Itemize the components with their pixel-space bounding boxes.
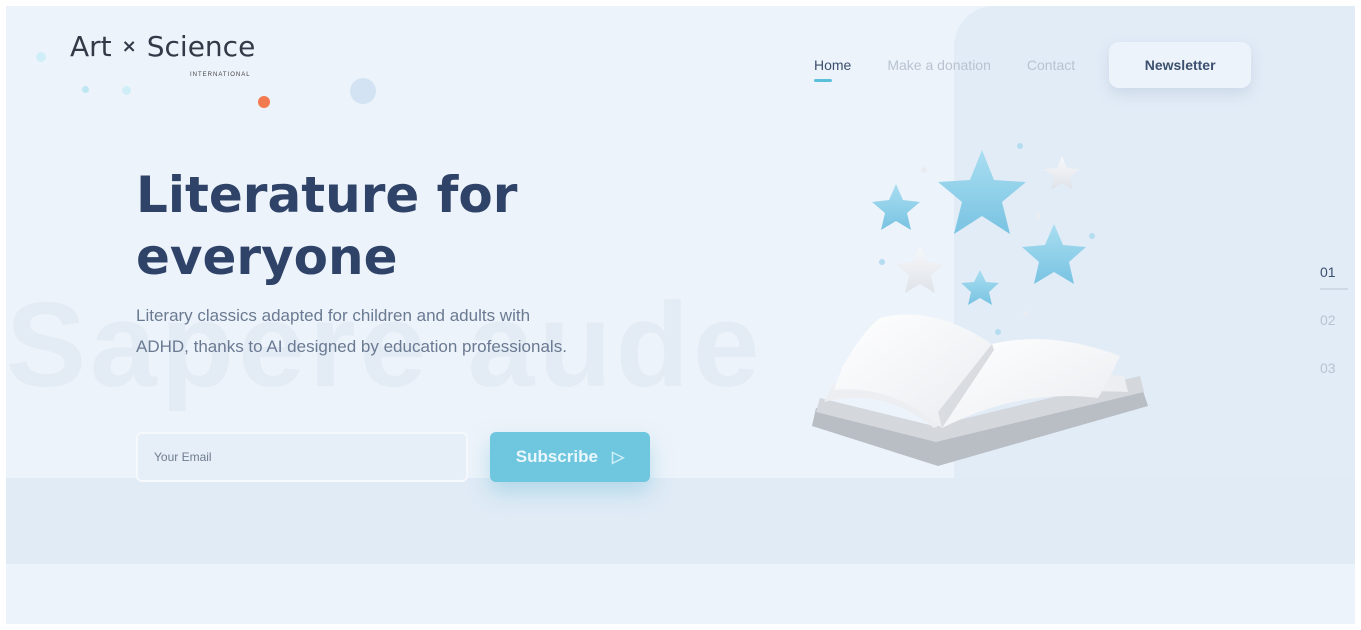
- nav-make-donation[interactable]: Make a donation: [887, 53, 991, 77]
- star-blue-large: [938, 150, 1026, 234]
- footer-strip: [6, 564, 1355, 624]
- star-white-left: [895, 246, 945, 293]
- nav-active-indicator: [814, 79, 832, 82]
- sparkle-dot: [1035, 213, 1041, 219]
- nav-contact[interactable]: Contact: [1027, 53, 1075, 77]
- nav-home-label: Home: [814, 57, 852, 73]
- hero-title: Literature for everyone: [136, 164, 596, 288]
- landing-page: Sapere aude Art × Science INTERNATIONAL …: [6, 6, 1355, 624]
- slide-active-bar: [1320, 288, 1348, 290]
- star-blue-right: [1022, 224, 1086, 284]
- sparkle-dot: [1023, 311, 1029, 317]
- slide-indicator: 01 02 03: [1320, 264, 1348, 408]
- email-input[interactable]: [136, 432, 468, 482]
- hero-title-line-1: Literature for: [136, 166, 518, 224]
- slide-number-2[interactable]: 02: [1320, 312, 1336, 360]
- decor-dot: [82, 86, 89, 93]
- decor-dot: [36, 52, 46, 62]
- open-book-with-stars-icon: [812, 143, 1148, 466]
- sparkle-dot: [995, 329, 1001, 335]
- sparkle-dot: [879, 259, 885, 265]
- subscribe-button[interactable]: Subscribe ▷: [490, 432, 650, 482]
- star-blue-small-left: [872, 184, 920, 230]
- nav-home[interactable]: Home: [814, 53, 852, 82]
- star-blue-tiny: [961, 270, 999, 305]
- slide-number-3[interactable]: 03: [1320, 360, 1336, 408]
- main-nav: Home Make a donation Contact Newsletter: [814, 42, 1252, 88]
- logo-word-science: Science: [146, 30, 256, 63]
- hero-title-line-2: everyone: [136, 228, 398, 286]
- decor-dot: [258, 96, 270, 108]
- logo-word-art: Art: [70, 30, 112, 63]
- site-logo[interactable]: Art × Science INTERNATIONAL: [70, 30, 256, 78]
- sparkle-dot: [921, 167, 927, 173]
- logo-separator: ×: [121, 36, 137, 57]
- subscribe-label: Subscribe: [515, 447, 598, 466]
- decor-dot: [122, 86, 131, 95]
- star-white-top-right: [1044, 156, 1080, 190]
- send-arrow-icon: ▷: [611, 449, 625, 466]
- newsletter-button[interactable]: Newsletter: [1109, 42, 1252, 88]
- sparkle-dot: [1017, 143, 1023, 149]
- hero-description: Literary classics adapted for children a…: [136, 306, 567, 356]
- sparkle-dot: [1089, 233, 1095, 239]
- hero-band: [6, 478, 1355, 564]
- slide-number-1[interactable]: 01: [1320, 264, 1348, 312]
- logo-subtitle: INTERNATIONAL: [190, 72, 251, 78]
- decor-dot: [350, 78, 376, 104]
